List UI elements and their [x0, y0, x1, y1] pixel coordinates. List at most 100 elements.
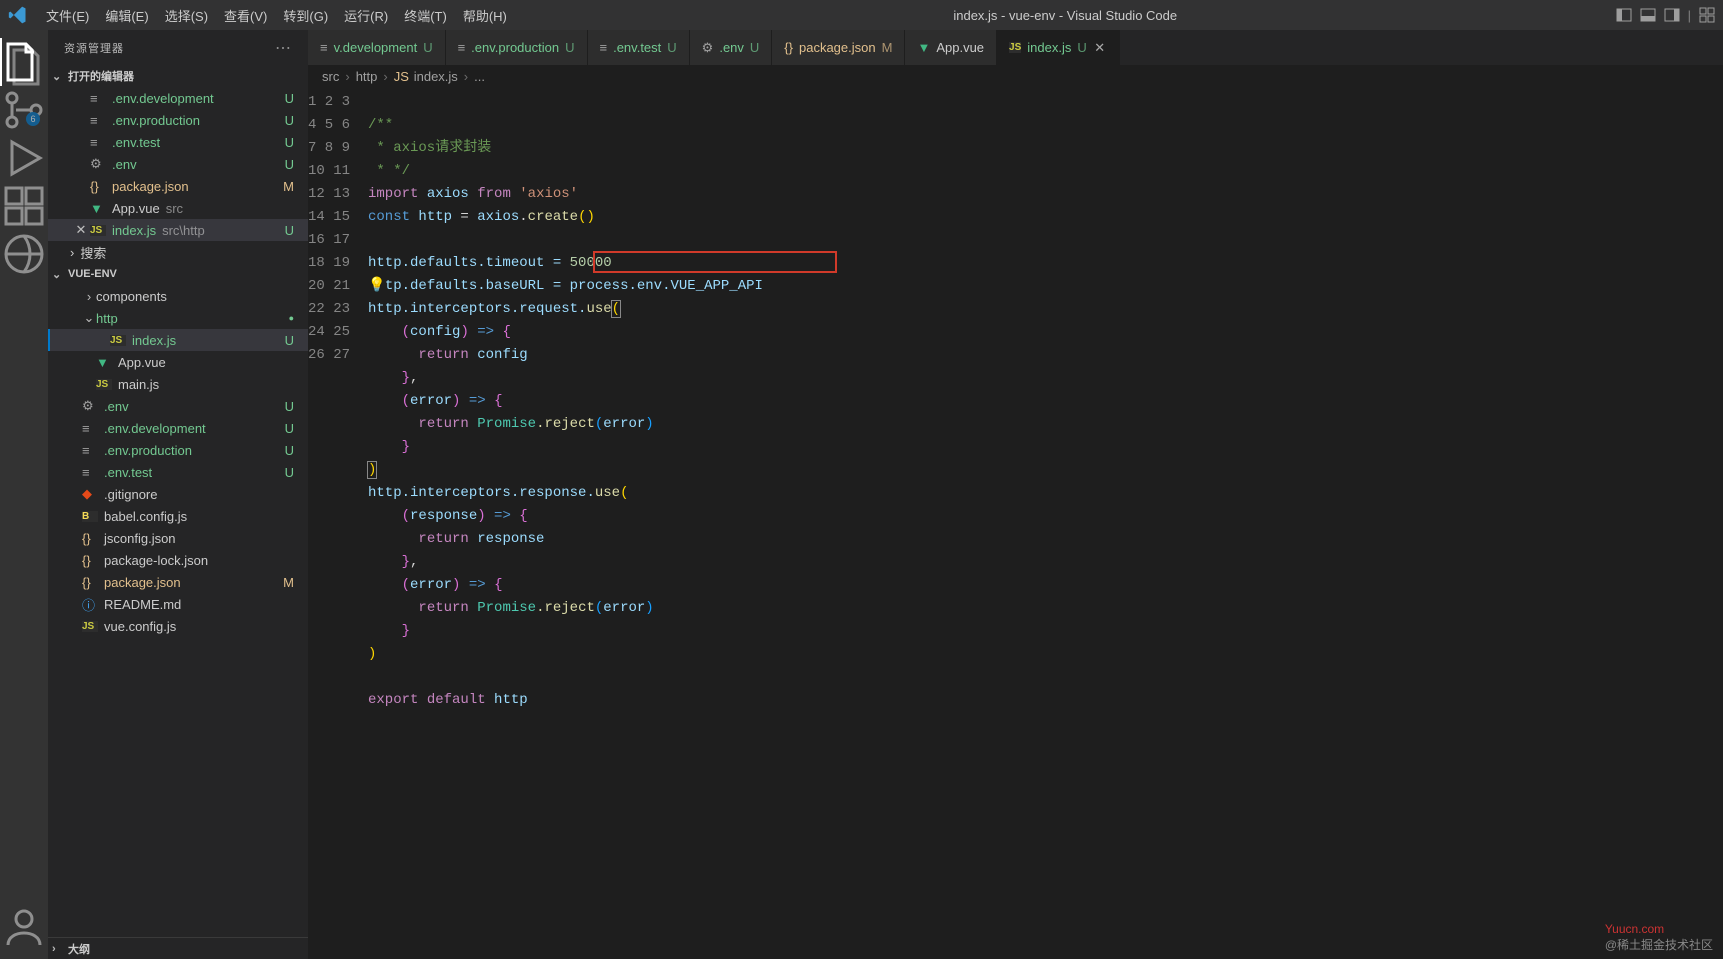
readme-file-icon: ⓘ	[82, 595, 98, 614]
remote-icon[interactable]	[0, 230, 48, 278]
tab-strip: ≡v.developmentU≡.env.productionU≡.env.te…	[308, 30, 1723, 65]
tree-item[interactable]: ◆.gitignore	[48, 483, 308, 505]
menu-item[interactable]: 文件(E)	[38, 1, 97, 30]
close-icon[interactable]: ✕	[72, 222, 90, 238]
editor-tab[interactable]: ⚙.envU	[690, 30, 773, 65]
window-title: index.js - vue-env - Visual Studio Code	[515, 8, 1616, 23]
menu-item[interactable]: 查看(V)	[216, 1, 275, 30]
tree-item[interactable]: ▼ App.vue	[48, 351, 308, 373]
breadcrumb-item[interactable]: index.js	[414, 69, 458, 84]
editor-tab[interactable]: ≡.env.productionU	[446, 30, 588, 65]
menu-item[interactable]: 选择(S)	[157, 1, 216, 30]
menu-item[interactable]: 运行(R)	[336, 1, 396, 30]
git-status: U	[285, 91, 294, 106]
chevron-right-icon: ›	[52, 943, 64, 955]
tree-item[interactable]: {}jsconfig.json	[48, 527, 308, 549]
file-name: .gitignore	[104, 487, 157, 502]
menu-item[interactable]: 编辑(E)	[97, 1, 156, 30]
breadcrumb-item[interactable]: src	[322, 69, 339, 84]
breadcrumb[interactable]: src › http › JS index.js › ...	[308, 65, 1723, 87]
search-section[interactable]: › 搜索	[48, 241, 308, 263]
account-icon[interactable]	[0, 903, 48, 951]
close-icon[interactable]: ✕	[1093, 40, 1107, 56]
editor-tab[interactable]: JSindex.jsU✕	[997, 30, 1120, 65]
tree-item[interactable]: JSvue.config.js	[48, 615, 308, 637]
tree-item[interactable]: ≡.env.testU	[48, 461, 308, 483]
menu-item[interactable]: 终端(T)	[396, 1, 455, 30]
vue-file-icon: ▼	[96, 355, 112, 370]
file-name: index.js	[112, 223, 156, 238]
menu-item[interactable]: 转到(G)	[275, 1, 336, 30]
extensions-icon[interactable]	[0, 182, 48, 230]
json-file-icon: {}	[784, 40, 793, 55]
tree-item[interactable]: Bbabel.config.js	[48, 505, 308, 527]
breadcrumb-item[interactable]: http	[356, 69, 378, 84]
chevron-down-icon: ⌄	[52, 268, 64, 281]
tree-item[interactable]: ›components	[48, 285, 308, 307]
tab-status: U	[565, 40, 574, 55]
tree-item[interactable]: JSindex.jsU	[48, 329, 308, 351]
open-editor-item[interactable]: ✕≡.env.developmentU	[48, 87, 308, 109]
outline-label: 大纲	[68, 941, 90, 957]
line-gutter: 1 2 3 4 5 6 7 8 9 10 11 12 13 14 15 16 1…	[308, 87, 368, 959]
chevron-icon: ⌄	[82, 310, 96, 326]
file-name: jsconfig.json	[104, 531, 176, 546]
layout-panel-left-icon[interactable]	[1616, 7, 1632, 23]
file-name: .env.test	[104, 465, 152, 480]
babel-file-icon: B	[82, 511, 98, 522]
editor-tab[interactable]: ≡v.developmentU	[308, 30, 446, 65]
open-editors-label: 打开的编辑器	[68, 68, 134, 84]
tree-item[interactable]: ≡.env.productionU	[48, 439, 308, 461]
highlight-box	[593, 251, 837, 273]
env-file-icon: ≡	[90, 135, 106, 150]
open-editor-item[interactable]: ✕⚙.envU	[48, 153, 308, 175]
tree-item[interactable]: ≡.env.developmentU	[48, 417, 308, 439]
git-status: U	[285, 113, 294, 128]
code-editor[interactable]: /** * axios请求封装 * */ import axios from '…	[368, 87, 1723, 959]
lightbulb-icon[interactable]: 💡	[368, 275, 385, 298]
editor-tab[interactable]: ≡.env.testU	[588, 30, 690, 65]
open-editor-item[interactable]: ✕≡.env.testU	[48, 131, 308, 153]
tab-label: App.vue	[936, 40, 984, 55]
tree-item[interactable]: JSmain.js	[48, 373, 308, 395]
tab-status: U	[667, 40, 676, 55]
open-editor-item[interactable]: ✕≡.env.productionU	[48, 109, 308, 131]
open-editor-item[interactable]: ✕JSindex.jssrc\httpU	[48, 219, 308, 241]
layout-panel-right-icon[interactable]	[1664, 7, 1680, 23]
open-editor-item[interactable]: ✕{}package.jsonM	[48, 175, 308, 197]
title-bar: 文件(E)编辑(E)选择(S)查看(V)转到(G)运行(R)终端(T)帮助(H)…	[0, 0, 1723, 30]
open-editors-list: ✕≡.env.developmentU ✕ ≡ .env.production U ✕≡.…	[48, 87, 308, 241]
tree-item[interactable]: ⚙.envU	[48, 395, 308, 417]
open-editors-section[interactable]: ⌄ 打开的编辑器	[48, 65, 308, 87]
file-name: package-lock.json	[104, 553, 208, 568]
file-name: .env.production	[112, 113, 200, 128]
menu-bar: 文件(E)编辑(E)选择(S)查看(V)转到(G)运行(R)终端(T)帮助(H)	[38, 1, 515, 30]
file-name: App.vue	[118, 355, 166, 370]
git-status: U	[285, 157, 294, 172]
tree-item[interactable]: ⓘREADME.md	[48, 593, 308, 615]
tree-item[interactable]: ⌄http●	[48, 307, 308, 329]
chevron-down-icon: ⌄	[52, 70, 64, 83]
tab-status: U	[1077, 40, 1086, 55]
outline-section[interactable]: › 大纲	[48, 937, 308, 959]
run-debug-icon[interactable]	[0, 134, 48, 182]
open-editor-item[interactable]: ✕▼App.vuesrc	[48, 197, 308, 219]
tree-item[interactable]: {}package-lock.json	[48, 549, 308, 571]
tab-status: U	[750, 40, 759, 55]
chevron-right-icon: ›	[464, 69, 468, 84]
breadcrumb-item[interactable]: ...	[474, 69, 485, 84]
layout-panel-bottom-icon[interactable]	[1640, 7, 1656, 23]
tree-item[interactable]: {}package.jsonM	[48, 571, 308, 593]
vue-file-icon: ▼	[917, 40, 930, 55]
env-file-icon: ≡	[82, 465, 98, 480]
editor-tab[interactable]: {}package.jsonM	[772, 30, 905, 65]
sidebar-more-icon[interactable]: ⋯	[275, 38, 292, 58]
env-file-icon: ≡	[458, 40, 466, 55]
explorer-icon[interactable]	[0, 38, 48, 86]
json-file-icon: {}	[82, 575, 98, 590]
source-control-icon[interactable]: 6	[0, 86, 48, 134]
menu-item[interactable]: 帮助(H)	[455, 1, 515, 30]
customize-layout-icon[interactable]	[1699, 7, 1715, 23]
project-section[interactable]: ⌄ VUE-ENV	[48, 263, 308, 285]
editor-tab[interactable]: ▼ App.vue	[905, 30, 997, 65]
